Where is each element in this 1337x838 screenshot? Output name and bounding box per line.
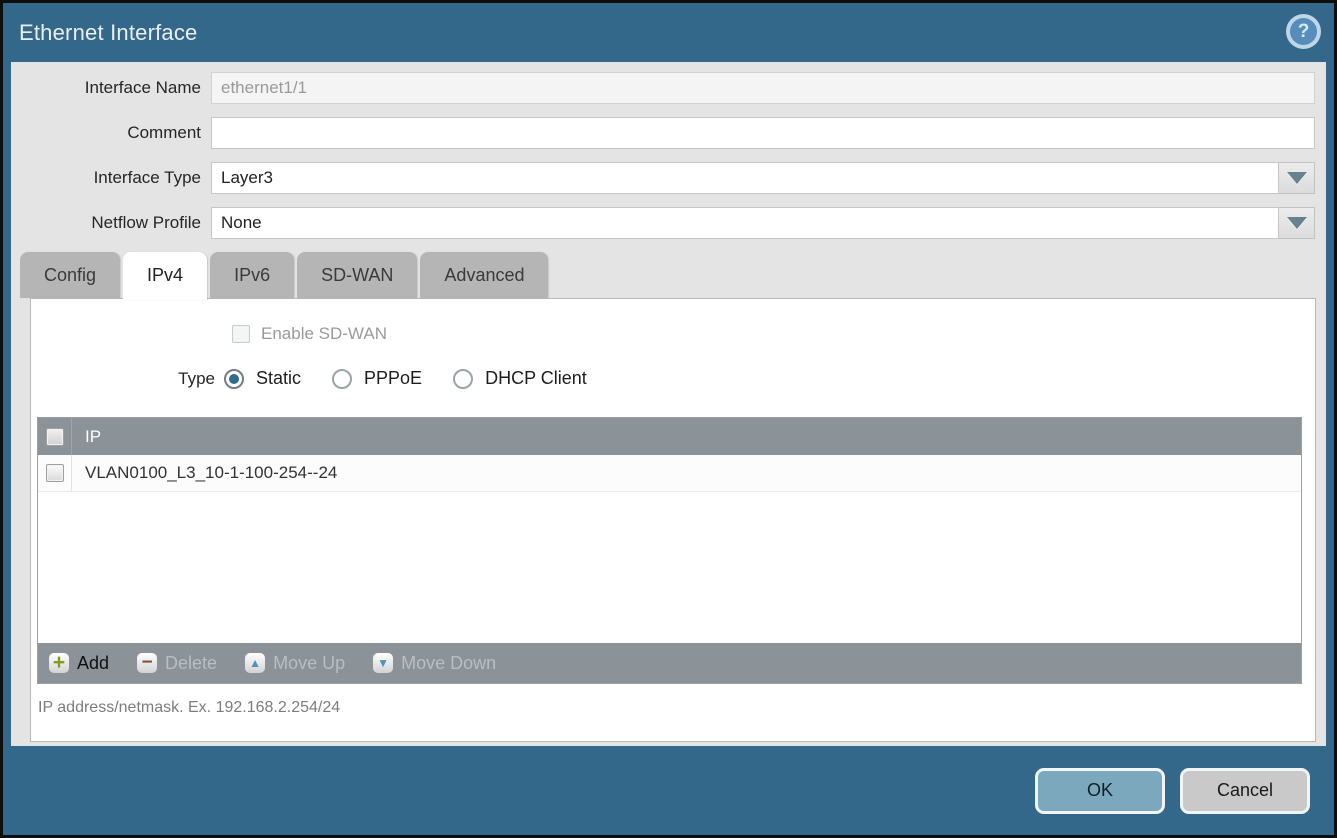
table-row[interactable]: VLAN0100_L3_10-1-100-254--24 [38, 455, 1301, 492]
add-button[interactable]: + Add [48, 652, 109, 674]
ip-cell-value[interactable]: VLAN0100_L3_10-1-100-254--24 [72, 463, 337, 483]
netflow-profile-select[interactable]: None [211, 207, 1279, 239]
dialog-footer: OK Cancel [3, 746, 1334, 835]
minus-icon: − [136, 652, 158, 674]
arrow-down-icon: ▼ [372, 652, 394, 674]
comment-label: Comment [11, 123, 211, 143]
interface-type-select[interactable]: Layer3 [211, 162, 1279, 194]
radio-option-dhcp-client[interactable]: DHCP Client [453, 368, 587, 389]
pppoe-radio[interactable] [332, 369, 352, 389]
tab-ipv4[interactable]: IPv4 [123, 252, 207, 300]
delete-button: − Delete [136, 652, 217, 674]
move-up-button: ▲ Move Up [244, 652, 345, 674]
plus-icon: + [48, 652, 70, 674]
dialog-titlebar: Ethernet Interface ? [3, 3, 1334, 62]
static-radio[interactable] [224, 369, 244, 389]
dialog-content: Interface Name Comment Interface Type La… [11, 62, 1326, 746]
chevron-down-icon [1287, 217, 1307, 229]
netflow-profile-dropdown-button[interactable] [1279, 207, 1315, 239]
ip-format-hint: IP address/netmask. Ex. 192.168.2.254/24 [38, 699, 1315, 717]
comment-row: Comment [11, 117, 1326, 149]
interface-type-row: Interface Type Layer3 [11, 162, 1326, 194]
ipv4-panel: Enable SD-WAN Type Static PPPoE DHCP Cli… [30, 298, 1316, 742]
tab-sdwan[interactable]: SD-WAN [297, 252, 417, 298]
chevron-down-icon [1287, 172, 1307, 184]
dhcp-client-radio-label: DHCP Client [485, 368, 587, 389]
radio-option-static[interactable]: Static [224, 368, 301, 389]
dhcp-client-radio[interactable] [453, 369, 473, 389]
cancel-button[interactable]: Cancel [1180, 768, 1310, 814]
ip-table-header: IP [38, 418, 1301, 455]
static-radio-label: Static [256, 368, 301, 389]
interface-name-field [211, 72, 1315, 104]
interface-name-label: Interface Name [11, 78, 211, 98]
ip-table-toolbar: + Add − Delete ▲ Move Up ▼ Move Down [38, 643, 1301, 683]
row-checkbox[interactable] [46, 464, 64, 482]
ip-table-body: VLAN0100_L3_10-1-100-254--24 [38, 455, 1301, 643]
interface-type-dropdown-button[interactable] [1279, 162, 1315, 194]
interface-type-label: Interface Type [11, 168, 211, 188]
pppoe-radio-label: PPPoE [364, 368, 422, 389]
type-label: Type [31, 369, 224, 389]
row-checkbox-cell [38, 455, 72, 491]
ok-button[interactable]: OK [1035, 768, 1165, 814]
ethernet-interface-dialog: Ethernet Interface ? Interface Name Comm… [0, 0, 1337, 838]
ip-column-header: IP [72, 427, 101, 447]
radio-option-pppoe[interactable]: PPPoE [332, 368, 422, 389]
tab-strip: Config IPv4 IPv6 SD-WAN Advanced [20, 252, 1326, 298]
tab-advanced[interactable]: Advanced [420, 252, 548, 298]
ip-table: IP VLAN0100_L3_10-1-100-254--24 + Add [37, 417, 1302, 684]
dialog-title: Ethernet Interface [19, 20, 197, 46]
move-down-button: ▼ Move Down [372, 652, 496, 674]
select-all-cell [38, 418, 72, 455]
comment-field[interactable] [211, 117, 1315, 149]
help-icon[interactable]: ? [1290, 18, 1317, 45]
tab-ipv6[interactable]: IPv6 [210, 252, 294, 298]
netflow-profile-label: Netflow Profile [11, 213, 211, 233]
tab-config[interactable]: Config [20, 252, 120, 298]
interface-name-row: Interface Name [11, 72, 1326, 104]
netflow-profile-row: Netflow Profile None [11, 207, 1326, 239]
enable-sdwan-row: Enable SD-WAN [232, 324, 1315, 344]
type-row: Type Static PPPoE DHCP Client [31, 368, 1315, 389]
select-all-checkbox[interactable] [46, 428, 64, 446]
enable-sdwan-checkbox [232, 325, 250, 343]
enable-sdwan-label: Enable SD-WAN [261, 324, 387, 344]
arrow-up-icon: ▲ [244, 652, 266, 674]
